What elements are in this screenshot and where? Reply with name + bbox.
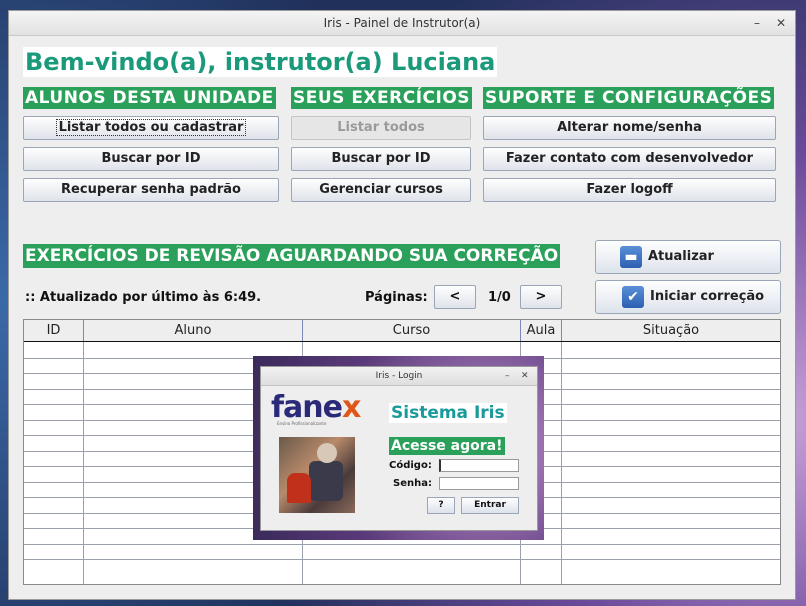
start-correction-button[interactable]: ✔ Iniciar correção	[595, 280, 781, 314]
classroom-photo	[279, 437, 355, 513]
search-student-by-id-button[interactable]: Buscar por ID	[23, 147, 279, 171]
last-updated-status: :: Atualizado por último às 6:49.	[25, 290, 262, 305]
start-correction-label: Iniciar correção	[650, 289, 765, 304]
review-section-header: EXERCÍCIOS DE REVISÃO AGUARDANDO SUA COR…	[23, 244, 561, 268]
password-input[interactable]	[439, 477, 519, 490]
table-row-divider	[24, 559, 780, 560]
change-name-password-button[interactable]: Alterar nome/senha	[483, 116, 776, 140]
window-titlebar[interactable]: Iris - Painel de Instrutor(a) – ✕	[9, 11, 795, 36]
access-now-label: Acesse agora!	[389, 437, 505, 455]
next-page-button[interactable]: >	[520, 285, 562, 309]
column-header-status[interactable]: Situação	[562, 320, 780, 341]
section-header-support: SUPORTE E CONFIGURAÇÕES	[483, 87, 775, 109]
logo-text: fane	[271, 390, 343, 425]
login-window: Iris - Login – ✕ fanex Ensino Profission…	[260, 366, 538, 531]
table-header: ID Aluno Curso Aula Situação	[24, 320, 780, 342]
folder-icon: ▬	[620, 246, 642, 268]
column-header-student[interactable]: Aluno	[84, 320, 303, 341]
help-button[interactable]: ?	[427, 497, 455, 514]
system-title: Sistema Iris	[389, 403, 507, 423]
pages-label: Páginas:	[365, 290, 428, 305]
recover-password-button[interactable]: Recuperar senha padrão	[23, 178, 279, 202]
list-students-button[interactable]: Listar todos ou cadastrar	[23, 116, 279, 140]
minimize-icon[interactable]: –	[505, 367, 510, 385]
list-exercises-button[interactable]: Listar todos	[291, 116, 471, 140]
window-title: Iris - Painel de Instrutor(a)	[323, 16, 481, 30]
minimize-icon[interactable]: –	[747, 11, 767, 35]
logo-tagline: Ensino Profissionalizante	[277, 421, 327, 426]
search-exercise-by-id-button[interactable]: Buscar por ID	[291, 147, 471, 171]
close-icon[interactable]: ✕	[521, 367, 529, 385]
previous-page-button[interactable]: <	[434, 285, 476, 309]
code-input[interactable]	[439, 459, 519, 472]
login-window-title: Iris - Login	[375, 371, 423, 381]
section-header-students: ALUNOS DESTA UNIDADE	[23, 87, 276, 109]
contact-developer-button[interactable]: Fazer contato com desenvolvedor	[483, 147, 776, 171]
password-label: Senha:	[393, 478, 432, 489]
table-row-divider	[24, 543, 780, 545]
login-titlebar[interactable]: Iris - Login – ✕	[261, 367, 537, 386]
refresh-button[interactable]: ▬ Atualizar	[595, 240, 781, 274]
code-label: Código:	[389, 460, 432, 471]
section-header-exercises: SEUS EXERCÍCIOS	[291, 87, 473, 109]
column-header-id[interactable]: ID	[24, 320, 84, 341]
welcome-heading: Bem-vindo(a), instrutor(a) Luciana	[23, 47, 498, 77]
logo-x-mark: x	[342, 390, 361, 425]
logoff-button[interactable]: Fazer logoff	[483, 178, 776, 202]
checkbox-icon: ✔	[622, 286, 644, 308]
column-header-course[interactable]: Curso	[303, 320, 521, 341]
page-counter: 1/0	[488, 290, 511, 305]
column-divider	[83, 342, 84, 584]
enter-button[interactable]: Entrar	[461, 497, 519, 514]
column-header-lesson[interactable]: Aula	[521, 320, 562, 341]
list-students-label: Listar todos ou cadastrar	[55, 119, 247, 136]
close-icon[interactable]: ✕	[771, 11, 791, 35]
column-divider	[561, 342, 562, 584]
fanex-logo: fanex	[271, 390, 361, 425]
refresh-label: Atualizar	[648, 249, 714, 264]
manage-courses-button[interactable]: Gerenciar cursos	[291, 178, 471, 202]
